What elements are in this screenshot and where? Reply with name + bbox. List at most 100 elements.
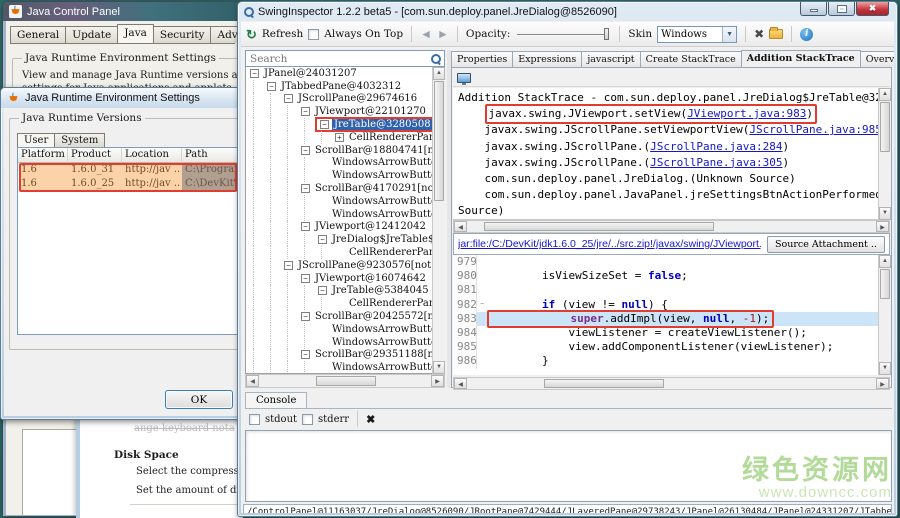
scrollbar-thumb[interactable] <box>880 102 890 152</box>
source-line[interactable]: 986 } <box>453 354 890 368</box>
tree-node[interactable]: − ScrollBar@20425572[not vi <box>246 310 444 323</box>
tree-expander-icon[interactable]: − <box>318 286 327 295</box>
source-attachment-button[interactable]: Source Attachment .. <box>767 236 885 253</box>
clear-console-icon[interactable]: ✖ <box>366 413 375 426</box>
tab-security[interactable]: Security <box>153 26 212 43</box>
tree-expander-icon[interactable]: − <box>301 184 310 193</box>
stack-frame-link[interactable]: JViewport.java:983 <box>687 107 806 120</box>
tab-addition-stacktrace[interactable]: Addition StackTrace <box>741 50 861 67</box>
stack-frame-link[interactable]: JScrollPane.java:985 <box>749 123 881 136</box>
tab-system[interactable]: System <box>54 133 105 147</box>
slider-thumb[interactable] <box>604 28 609 40</box>
tree-horizontal-scrollbar[interactable]: ◀ ▶ <box>245 374 445 388</box>
tree-expander-icon[interactable]: + <box>335 133 344 142</box>
forward-icon[interactable]: ► <box>437 27 449 41</box>
skin-select[interactable]: Windows ▼ <box>657 26 737 43</box>
table-column-header[interactable]: Platform <box>18 148 68 163</box>
scroll-right-arrow[interactable]: ▶ <box>431 375 444 387</box>
tree-node[interactable]: − JTabbedPane@4032312 <box>246 80 444 93</box>
scrollbar-thumb[interactable] <box>544 379 664 388</box>
refresh-icon[interactable]: ↻ <box>246 28 257 41</box>
tab-javascript[interactable]: javascript <box>581 51 640 67</box>
tree-node[interactable]: − JScrollPane@9230576[not vis: <box>246 259 444 272</box>
table-column-header[interactable]: Product <box>68 148 122 163</box>
tree-node[interactable]: WindowsArrowButton@338 <box>246 336 444 349</box>
source-code-viewer[interactable]: 979 980 isViewSizeSet = false; 981 982 −… <box>453 255 890 375</box>
tree-node[interactable]: − JScrollPane@29674616 <box>246 93 444 106</box>
tab-advanced[interactable]: Advanced <box>210 26 239 43</box>
tree-node[interactable]: − JreTable@3280508 <box>246 118 444 131</box>
fold-icon[interactable]: − <box>477 298 487 312</box>
source-horizontal-scrollbar[interactable]: ◀ ▶ <box>453 377 890 390</box>
tab-overview[interactable]: Overview <box>860 51 894 67</box>
tree-node[interactable]: − ScrollBar@4170291[not vis <box>246 182 444 195</box>
tree-expander-icon[interactable]: − <box>301 312 310 321</box>
scroll-up-arrow[interactable]: ▲ <box>879 88 891 101</box>
opacity-slider[interactable] <box>517 28 609 40</box>
tab-properties[interactable]: Properties <box>451 51 513 67</box>
stdout-checkbox[interactable] <box>249 414 260 425</box>
tree-node[interactable]: CellRendererPane@14 <box>246 246 444 259</box>
fold-icon[interactable] <box>477 340 487 354</box>
source-jar-link[interactable]: jar:file:/C:/DevKit/jdk1.6.0_25/jre/../s… <box>458 238 761 250</box>
tree-node[interactable]: WindowsArrowButton@151 <box>246 157 444 170</box>
tab-general[interactable]: General <box>10 26 66 43</box>
tree-expander-icon[interactable]: − <box>320 120 329 129</box>
back-icon[interactable]: ◄ <box>420 27 432 41</box>
jcp-titlebar[interactable]: Java Control Panel <box>3 2 242 21</box>
chevron-down-icon[interactable]: ▼ <box>722 27 736 42</box>
monitor-icon[interactable] <box>457 73 471 83</box>
tree-expander-icon[interactable]: − <box>301 222 310 231</box>
table-row[interactable]: 1.61.6.0_25http://jav ..C:\DevKit\jd <box>18 177 238 191</box>
close-button[interactable]: ✖ <box>856 2 889 16</box>
tree-node[interactable]: WindowsArrowButton@277 <box>246 208 444 221</box>
source-line[interactable]: 985 view.addComponentListener(viewListen… <box>453 340 890 354</box>
ok-button[interactable]: OK <box>165 390 233 409</box>
tab-console[interactable]: Console <box>245 392 307 408</box>
tree-node[interactable]: WindowsArrowButton@271 <box>246 195 444 208</box>
fold-icon[interactable] <box>477 255 487 269</box>
fold-icon[interactable] <box>477 354 487 368</box>
stack-horizontal-scrollbar[interactable]: ◀ ▶ <box>453 220 890 233</box>
tree-vertical-scrollbar[interactable]: ▲ ▼ <box>432 67 445 374</box>
scroll-left-arrow[interactable]: ◀ <box>454 378 467 389</box>
source-line[interactable]: 984 viewListener = createViewListener(); <box>453 326 890 340</box>
table-column-header[interactable]: Location <box>122 148 182 163</box>
maximize-button[interactable] <box>828 2 855 16</box>
tree-expander-icon[interactable]: − <box>301 350 310 359</box>
source-line[interactable]: 980 isViewSizeSet = false; <box>453 269 890 283</box>
scroll-down-arrow[interactable]: ▼ <box>879 362 891 375</box>
scroll-right-arrow[interactable]: ▶ <box>876 378 889 389</box>
scrollbar-thumb[interactable] <box>316 376 376 386</box>
scroll-right-arrow[interactable]: ▶ <box>876 221 889 232</box>
tree-expander-icon[interactable]: − <box>250 69 259 78</box>
stacktrace-text-area[interactable]: Addition StackTrace - com.sun.deploy.pan… <box>453 88 890 220</box>
tree-node[interactable]: + CellRendererPane@23 <box>246 131 444 144</box>
stack-frame-link[interactable]: JScrollPane.java:284 <box>650 140 782 153</box>
source-line[interactable]: 983 super.addImpl(view, null, -1); <box>453 312 890 326</box>
tree-node[interactable]: WindowsArrowButton@555 <box>246 169 444 182</box>
scroll-left-arrow[interactable]: ◀ <box>454 221 467 232</box>
tree-expander-icon[interactable]: − <box>284 94 293 103</box>
table-column-header[interactable]: Path <box>182 148 238 163</box>
fold-icon[interactable] <box>477 326 487 340</box>
scrollbar-thumb[interactable] <box>434 81 444 201</box>
scroll-down-arrow[interactable]: ▼ <box>879 207 891 220</box>
tree-node[interactable]: − JViewport@16074642 <box>246 272 444 285</box>
source-line[interactable]: 981 <box>453 283 890 297</box>
scrollbar-thumb[interactable] <box>880 269 890 299</box>
stack-vertical-scrollbar[interactable]: ▲ ▼ <box>878 88 891 220</box>
scroll-up-arrow[interactable]: ▲ <box>433 67 445 80</box>
console-output[interactable] <box>245 430 892 502</box>
scroll-up-arrow[interactable]: ▲ <box>879 255 891 268</box>
inspector-titlebar[interactable]: SwingInspector 1.2.2 beta5 - [com.sun.de… <box>238 2 897 21</box>
source-line[interactable]: 979 <box>453 255 890 269</box>
tree-node[interactable]: − JPanel@24031207 <box>246 67 444 80</box>
fold-icon[interactable] <box>477 269 487 283</box>
tree-expander-icon[interactable]: − <box>301 146 310 155</box>
scroll-down-arrow[interactable]: ▼ <box>433 361 445 374</box>
jre-dialog-titlebar[interactable]: Java Runtime Environment Settings <box>1 88 245 108</box>
always-on-top-checkbox[interactable] <box>308 29 319 40</box>
tree-node[interactable]: − JreDialog$JreTable$1@2 <box>246 233 444 246</box>
tree-node[interactable]: WindowsArrowButton@238 <box>246 323 444 336</box>
